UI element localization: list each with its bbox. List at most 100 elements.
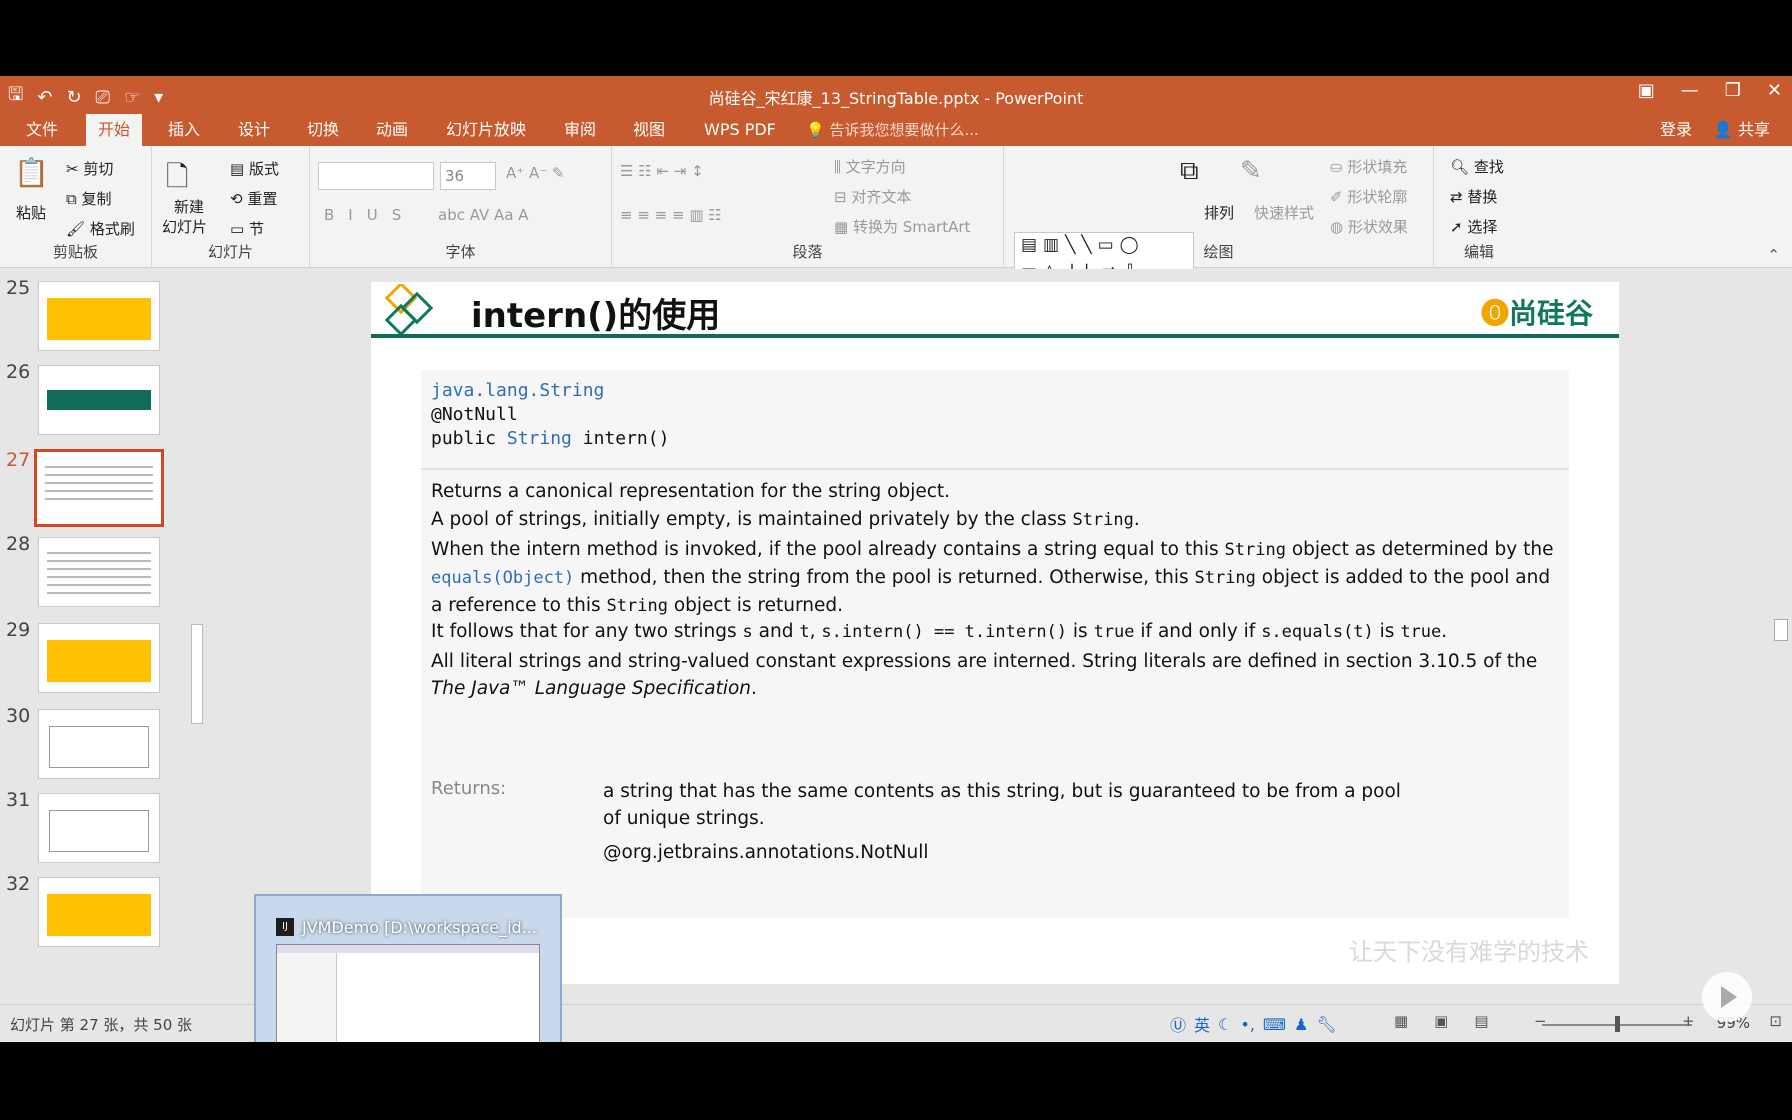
font-name-select[interactable] [318, 162, 434, 190]
editor-scrollbar[interactable] [1771, 269, 1791, 1004]
quick-styles-button[interactable]: 快速样式 [1254, 202, 1314, 223]
format-painter-button[interactable]: 🖌 格式刷 [66, 218, 135, 239]
font-label: 字体 [445, 243, 476, 261]
paste-button[interactable]: 粘贴 [16, 202, 46, 223]
strikethrough-spacing-icon[interactable]: abc AV Aa A [438, 206, 529, 224]
cut-button[interactable]: ✂ 剪切 [66, 158, 113, 179]
restore-icon[interactable]: ❐ [1725, 80, 1741, 101]
popup-window-title: JVMDemo [D:\workspace_id... [302, 918, 537, 937]
slide-number: 28 [6, 533, 31, 555]
tell-me-search[interactable]: 💡 告诉我您想要做什么... [806, 114, 979, 146]
new-slide-button[interactable]: 新建 [174, 196, 204, 217]
ime-logo-icon[interactable]: Ⓤ [1170, 1012, 1186, 1036]
user-icon[interactable]: ♟ [1294, 1015, 1308, 1034]
find-button[interactable]: 🔍︎ 查找 [1450, 156, 1504, 177]
tab-file[interactable]: 文件 [14, 114, 70, 146]
share-button[interactable]: 👤 共享 [1713, 114, 1770, 146]
tab-transitions[interactable]: 切换 [295, 114, 351, 146]
text-direction-button[interactable]: ⫼ 文字方向 [834, 156, 906, 177]
close-icon[interactable]: ✕ [1767, 80, 1782, 101]
zoom-out-icon[interactable]: − [1534, 1012, 1547, 1030]
align-text-button[interactable]: ⊟ 对齐文本 [834, 186, 911, 207]
ime-toolbar[interactable]: Ⓤ 英 ☾ •, ⌨ ♟ 🔧︎ [1170, 1012, 1337, 1036]
thumbnail-image[interactable] [38, 365, 160, 435]
slide-number: 32 [6, 873, 31, 895]
group-editing: 🔍︎ 查找 ⇄ 替换 ➚ 选择 编辑 [1434, 146, 1524, 268]
arrange-button[interactable]: 排列 [1204, 202, 1234, 223]
font-size-select[interactable]: 36 [440, 162, 496, 190]
scrollbar-thumb[interactable] [191, 624, 203, 724]
select-button[interactable]: ➚ 选择 [1450, 216, 1497, 237]
video-play-button[interactable] [1702, 972, 1752, 1022]
view-mode-icons[interactable]: ▦▣▤ [1394, 1012, 1515, 1030]
grow-font-icon[interactable]: A⁺ A⁻ ✎ [506, 164, 564, 182]
layout-button[interactable]: ▤ 版式 [230, 158, 279, 179]
ime-language[interactable]: 英 [1194, 1012, 1210, 1036]
fit-to-window-icon[interactable]: ⊡ [1769, 1012, 1782, 1030]
group-slides: 🗋 新建 幻灯片 ▤ 版式 ⟲ 重置 ▭ 节 幻灯片 [152, 146, 310, 268]
code-package: java.lang.String [431, 380, 605, 401]
login-link[interactable]: 登录 [1660, 114, 1692, 146]
shape-outline-button[interactable]: ✐ 形状轮廓 [1330, 186, 1407, 207]
tab-insert[interactable]: 插入 [156, 114, 212, 146]
align-icons[interactable]: ≡ ≡ ≡ ≡ ▥ ☷ [620, 206, 722, 224]
thumbnail-image[interactable] [38, 281, 160, 351]
keyboard-icon[interactable]: ⌨ [1263, 1015, 1286, 1034]
thumbnail-scrollbar[interactable] [188, 269, 206, 1004]
zoom-in-icon[interactable]: + [1682, 1012, 1695, 1030]
copy-button[interactable]: ⧉ 复制 [66, 188, 112, 209]
person-icon: 👤 [1712, 120, 1738, 139]
collapse-ribbon-icon[interactable]: ⌃ [1767, 246, 1780, 264]
javadoc-screenshot[interactable]: java.lang.String @NotNull public String … [421, 370, 1569, 918]
thumbnail-image[interactable] [38, 537, 160, 607]
slide-thumbnail-panel: 25 26 27 28 29 30 31 32 [0, 269, 188, 1004]
arrange-icon[interactable]: ⧉ [1180, 156, 1199, 187]
moon-icon[interactable]: ☾ [1218, 1015, 1232, 1034]
tab-view[interactable]: 视图 [621, 114, 677, 146]
taskbar-preview-popup[interactable]: IJ JVMDemo [D:\workspace_id... [254, 894, 562, 1042]
slide-counter: 幻灯片 第 27 张，共 50 张 [10, 1016, 193, 1034]
window-controls: ▣ — ❐ ✕ [1638, 80, 1782, 101]
tab-home[interactable]: 开始 [86, 114, 143, 146]
paste-icon[interactable]: 📋 [14, 156, 49, 189]
thumbnail-image[interactable] [38, 793, 160, 863]
thumbnail-image[interactable] [38, 877, 160, 947]
tab-review[interactable]: 审阅 [552, 114, 608, 146]
clipboard-label: 剪贴板 [52, 243, 98, 261]
punctuation-icon[interactable]: •, [1240, 1015, 1255, 1034]
slide-number: 26 [6, 361, 31, 383]
tab-slideshow[interactable]: 幻灯片放映 [434, 114, 538, 146]
group-font: 36 A⁺ A⁻ ✎ BIUS abc AV Aa A 字体 [310, 146, 612, 268]
thumbnail-image[interactable] [38, 623, 160, 693]
scissors-icon: ✂ [66, 160, 84, 178]
smartart-button[interactable]: ▦ 转换为 SmartArt [834, 216, 970, 237]
slide-title[interactable]: intern()的使用 [471, 288, 720, 337]
ribbon-tabs: 文件 开始 插入 设计 切换 动画 幻灯片放映 审阅 视图 WPS PDF 💡 … [0, 114, 1792, 146]
shape-effects-button[interactable]: ◍ 形状效果 [1330, 216, 1408, 237]
tab-design[interactable]: 设计 [226, 114, 282, 146]
replace-button[interactable]: ⇄ 替换 [1450, 186, 1497, 207]
minimize-icon[interactable]: — [1681, 80, 1699, 101]
tab-animations[interactable]: 动画 [364, 114, 420, 146]
current-slide[interactable]: intern()的使用 ⓿尚硅谷 java.lang.String @NotNu… [371, 282, 1619, 984]
editor-scrollbar-thumb[interactable] [1774, 619, 1788, 641]
tab-wps-pdf[interactable]: WPS PDF [692, 114, 788, 146]
brush-icon: 🖌 [66, 220, 90, 238]
list-icons[interactable]: ☰ ☷ ⇤ ⇥ ↕ [620, 162, 704, 180]
shapes-row1-icons[interactable]: ▤▥╲╲▭◯ [1021, 235, 1145, 255]
lightbulb-icon: 💡 [806, 121, 830, 139]
ribbon-display-options-icon[interactable]: ▣ [1638, 80, 1655, 101]
section-button[interactable]: ▭ 节 [230, 218, 264, 239]
thumbnail-image-selected[interactable] [34, 449, 164, 527]
brand-logo: ⓿尚硅谷 [1480, 297, 1593, 330]
slide-number: 30 [6, 705, 31, 727]
smartart-icon: ▦ [834, 218, 853, 236]
zoom-slider-knob[interactable] [1615, 1016, 1620, 1032]
quick-styles-icon[interactable]: ✎ [1240, 156, 1262, 186]
font-format-icons[interactable]: BIUS [324, 206, 415, 224]
popup-window-preview[interactable] [276, 944, 540, 1042]
shape-fill-button[interactable]: ⛀ 形状填充 [1330, 156, 1407, 177]
wrench-icon[interactable]: 🔧︎ [1316, 1015, 1336, 1034]
thumbnail-image[interactable] [38, 709, 160, 779]
reset-button[interactable]: ⟲ 重置 [230, 188, 277, 209]
